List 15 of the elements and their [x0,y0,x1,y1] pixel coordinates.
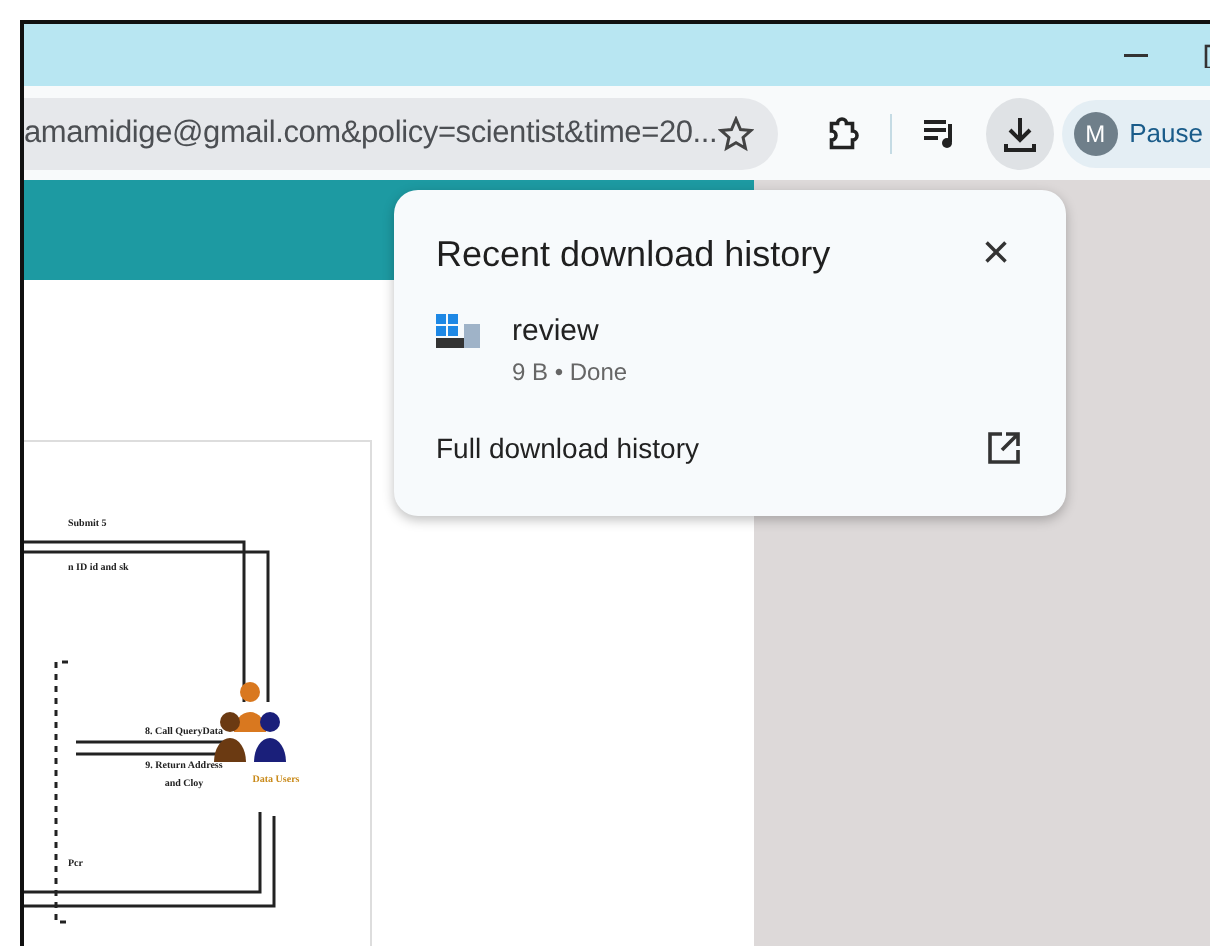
star-icon[interactable] [717,115,754,151]
popup-title: Recent download history [436,233,831,275]
avatar-icon: M [1073,111,1118,155]
profile-label: Pause [1129,118,1203,148]
file-icon [436,314,480,350]
profile-button[interactable]: M Pause [1061,99,1210,167]
download-icon[interactable] [985,97,1054,169]
file-status: 9 B • Done [512,358,628,386]
url-text: amamidige@gmail.com&policy=scientist&time=20... [24,115,718,151]
close-button[interactable]: × [965,230,1026,278]
history-link[interactable]: Full download history [436,432,700,464]
file-name[interactable]: review [512,314,628,348]
minimize-icon[interactable] [1124,53,1148,57]
address-bar[interactable]: amamidige@gmail.com&policy=scientist&time=20... [24,97,778,169]
open-external-icon[interactable] [986,430,1022,466]
